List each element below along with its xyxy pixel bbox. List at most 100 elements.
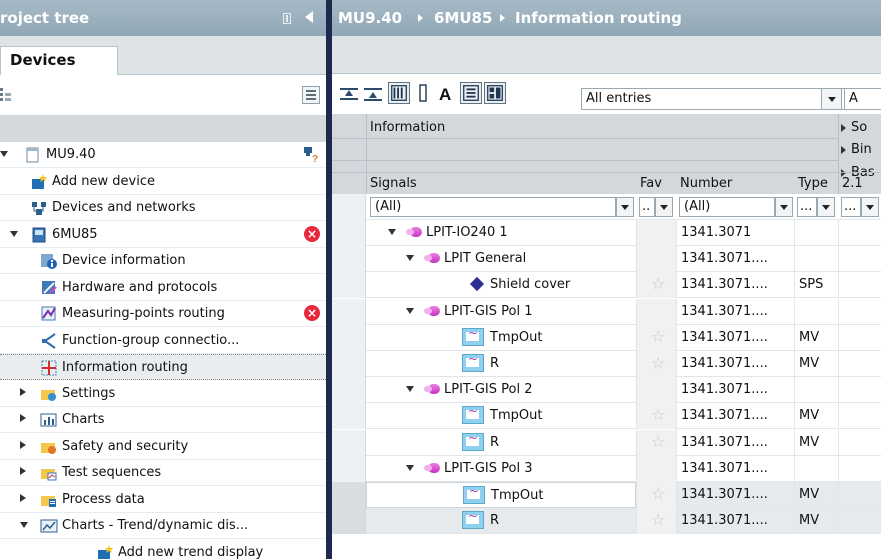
- routing-cell[interactable]: [838, 508, 881, 535]
- tree-item[interactable]: Hardware and protocols: [0, 275, 326, 301]
- routing-cell[interactable]: [838, 324, 881, 351]
- tree-item[interactable]: Add new trend display: [0, 540, 326, 559]
- collapse-all-icon[interactable]: [362, 82, 384, 104]
- breadcrumb-item-project[interactable]: MU9.40: [338, 9, 402, 27]
- routing-cell[interactable]: [838, 272, 881, 299]
- expanded-arrow-icon[interactable]: [406, 255, 414, 262]
- columns-view-icon[interactable]: [388, 82, 410, 104]
- signal-cell[interactable]: LPIT General: [366, 246, 636, 272]
- tree-item[interactable]: Process data: [0, 487, 326, 513]
- favorite-star-icon[interactable]: ☆: [651, 355, 665, 371]
- signal-cell[interactable]: LPIT-IO240 1: [366, 220, 636, 246]
- table-row[interactable]: LPIT-GIS Pol 3 1341.3071....: [332, 455, 881, 482]
- favorite-star-icon[interactable]: ☆: [651, 486, 665, 502]
- collapsed-arrow-icon[interactable]: [20, 440, 26, 449]
- fav-cell[interactable]: ☆: [636, 482, 676, 508]
- table-row[interactable]: LPIT-GIS Pol 2 1341.3071....: [332, 377, 881, 404]
- tree-item[interactable]: Device information: [0, 248, 326, 274]
- signal-cell[interactable]: R: [366, 508, 636, 534]
- fav-filter[interactable]: ..: [639, 197, 655, 217]
- collapsed-arrow-icon[interactable]: [20, 414, 26, 422]
- tree-item[interactable]: Information routing: [0, 354, 326, 380]
- extra-filter-dropdown-icon[interactable]: [861, 197, 879, 217]
- signal-cell[interactable]: TmpOut: [366, 482, 636, 508]
- fav-cell[interactable]: ☆: [636, 429, 676, 456]
- font-size-icon[interactable]: A: [436, 82, 458, 104]
- tree-item[interactable]: Add new device: [0, 169, 326, 195]
- table-row[interactable]: TmpOut ☆ 1341.3071....MV: [332, 403, 881, 430]
- routing-cell[interactable]: [838, 429, 881, 456]
- fav-cell[interactable]: ☆: [636, 403, 676, 430]
- favorite-star-icon[interactable]: ☆: [651, 512, 665, 528]
- favorite-star-icon[interactable]: ☆: [651, 407, 665, 423]
- signal-cell[interactable]: Shield cover: [366, 272, 636, 298]
- expanded-arrow-icon[interactable]: [406, 464, 414, 471]
- tab-devices[interactable]: Devices: [0, 46, 118, 76]
- pin-icon[interactable]: [283, 13, 291, 24]
- number-filter-dropdown-icon[interactable]: [775, 197, 793, 217]
- table-row[interactable]: TmpOut ☆ 1341.3071....MV: [332, 324, 881, 351]
- breadcrumb-item-device[interactable]: 6MU85: [434, 9, 492, 27]
- collapsed-arrow-icon[interactable]: [20, 467, 26, 475]
- signal-cell[interactable]: TmpOut: [366, 325, 636, 351]
- signal-cell[interactable]: R: [366, 351, 636, 377]
- routing-cell[interactable]: [838, 298, 881, 325]
- routing-cell[interactable]: [838, 351, 881, 377]
- routing-cell[interactable]: [838, 482, 881, 508]
- favorite-star-icon[interactable]: ☆: [651, 328, 665, 344]
- number-column-header[interactable]: Number: [676, 174, 794, 194]
- fav-cell[interactable]: [636, 298, 676, 325]
- expanded-arrow-icon[interactable]: [10, 230, 18, 237]
- table-row[interactable]: TmpOut ☆ 1341.3071....MV: [332, 482, 881, 508]
- tree-item[interactable]: Charts: [0, 407, 326, 433]
- view-details-button[interactable]: [302, 86, 320, 104]
- type-column-header[interactable]: Type: [794, 174, 838, 194]
- signal-cell[interactable]: TmpOut: [366, 403, 636, 429]
- secondary-filter-select[interactable]: A: [844, 88, 881, 110]
- fav-cell[interactable]: [636, 377, 676, 404]
- expanded-arrow-icon[interactable]: [388, 229, 396, 235]
- favorite-star-icon[interactable]: ☆: [651, 433, 665, 449]
- fav-cell[interactable]: [636, 220, 676, 246]
- tree-item[interactable]: Measuring-points routing ×: [0, 301, 326, 327]
- collapse-left-icon[interactable]: [305, 11, 313, 23]
- fav-cell[interactable]: ☆: [636, 272, 676, 299]
- extra-column-header[interactable]: 2.1: [838, 174, 881, 194]
- expand-all-icon[interactable]: [338, 82, 360, 104]
- list-view-icon[interactable]: [460, 82, 482, 104]
- tree-item[interactable]: Settings: [0, 381, 326, 407]
- collapsed-arrow-icon[interactable]: [20, 387, 26, 396]
- type-filter-dropdown-icon[interactable]: [817, 197, 835, 217]
- favorite-star-icon[interactable]: ☆: [651, 276, 665, 292]
- fav-cell[interactable]: [636, 455, 676, 482]
- fav-cell[interactable]: ☆: [636, 351, 676, 377]
- fav-cell[interactable]: ☆: [636, 324, 676, 351]
- tree-item[interactable]: MU9.40?: [0, 142, 326, 168]
- routing-cell[interactable]: [838, 377, 881, 404]
- signal-cell[interactable]: LPIT-GIS Pol 2: [366, 377, 636, 403]
- tree-item[interactable]: Test sequences: [0, 460, 326, 486]
- group-view-icon[interactable]: [484, 82, 506, 104]
- single-column-icon[interactable]: [412, 82, 434, 104]
- routing-cell[interactable]: [838, 403, 881, 430]
- routing-cell[interactable]: [838, 455, 881, 482]
- tree-item[interactable]: Charts - Trend/dynamic dis...: [0, 513, 326, 539]
- go-online-icon[interactable]: ?: [302, 145, 320, 165]
- entries-filter-dropdown-icon[interactable]: [821, 88, 842, 110]
- table-row[interactable]: R ☆ 1341.3071....MV: [332, 508, 881, 535]
- tree-settings-icon[interactable]: [0, 88, 12, 102]
- tree-item[interactable]: 6MU85 ×: [0, 222, 326, 248]
- expanded-arrow-icon[interactable]: [20, 522, 28, 528]
- collapsed-arrow-icon[interactable]: [20, 493, 26, 502]
- expanded-arrow-icon[interactable]: [0, 151, 8, 157]
- type-filter[interactable]: ...: [797, 197, 817, 217]
- signals-filter-dropdown-icon[interactable]: [616, 197, 634, 217]
- signals-column-header[interactable]: Signals: [366, 174, 636, 194]
- extra-filter[interactable]: ...: [841, 197, 861, 217]
- routing-cell[interactable]: [838, 220, 881, 246]
- table-row[interactable]: LPIT General 1341.3071....: [332, 246, 881, 273]
- signal-cell[interactable]: LPIT-GIS Pol 3: [366, 456, 636, 482]
- table-row[interactable]: LPIT-GIS Pol 1 1341.3071....: [332, 298, 881, 325]
- fav-cell[interactable]: ☆: [636, 508, 676, 535]
- expanded-arrow-icon[interactable]: [406, 307, 414, 314]
